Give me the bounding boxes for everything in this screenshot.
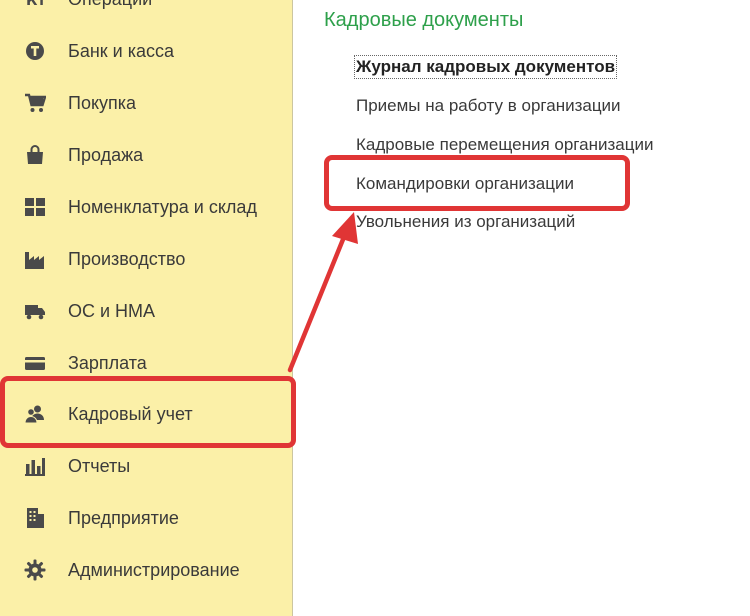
section-title: Кадровые документы	[324, 9, 524, 31]
sidebar-item-enterprise[interactable]: Предприятие	[0, 495, 292, 541]
sidebar-item-label: Зарплата	[68, 352, 147, 373]
sidebar-item-purchase[interactable]: Покупка	[0, 80, 292, 126]
highlight-box-hr	[0, 376, 296, 448]
sidebar-item-label: Администрирование	[68, 559, 240, 580]
svg-text:Кт: Кт	[26, 0, 46, 9]
sidebar-item-nomenclature[interactable]: Номенклатура и склад	[0, 184, 292, 230]
link-hiring[interactable]: Приемы на работу в организации	[356, 96, 621, 116]
sidebar-item-label: Отчеты	[68, 455, 131, 476]
sidebar-item-production[interactable]: Производство	[0, 236, 292, 282]
sidebar-item-label: Предприятие	[68, 507, 179, 528]
bar-chart-icon	[24, 455, 46, 477]
sidebar-item-label: Номенклатура и склад	[68, 196, 257, 217]
link-transfers[interactable]: Кадровые перемещения организации	[356, 135, 653, 155]
sidebar-item-label: Банк и касса	[68, 40, 174, 61]
sidebar-item-label: Операции	[68, 0, 152, 10]
sidebar-item-admin[interactable]: Администрирование	[0, 547, 292, 593]
bank-coin-icon	[24, 40, 46, 62]
wallet-icon	[24, 352, 46, 374]
sidebar-item-sales[interactable]: Продажа	[0, 132, 292, 178]
shopping-cart-icon	[24, 92, 46, 114]
sidebar-item-label: ОС и НМА	[68, 300, 156, 321]
sidebar-item-reports[interactable]: Отчеты	[0, 443, 292, 489]
building-icon	[24, 507, 46, 529]
sidebar-item-bank[interactable]: Банк и касса	[0, 28, 292, 74]
sidebar-item-label: Продажа	[68, 144, 144, 165]
sidebar-item-operations[interactable]: Кт Операции	[0, 0, 292, 22]
gear-icon	[24, 559, 46, 581]
sidebar-item-assets[interactable]: ОС и НМА	[0, 288, 292, 334]
sidebar: Кт Операции Банк и касса Покупка Продажа…	[0, 0, 293, 616]
grid-icon	[24, 196, 46, 218]
truck-icon	[24, 300, 46, 322]
operations-icon: Кт	[24, 0, 46, 10]
link-hr-documents-journal[interactable]: Журнал кадровых документов	[353, 55, 618, 79]
sidebar-item-label: Производство	[68, 248, 186, 269]
highlight-box-business-trips	[324, 155, 630, 211]
shopping-bag-icon	[24, 144, 46, 166]
factory-icon	[24, 248, 46, 270]
link-dismissals[interactable]: Увольнения из организаций	[356, 212, 575, 232]
sidebar-item-label: Покупка	[68, 92, 137, 113]
